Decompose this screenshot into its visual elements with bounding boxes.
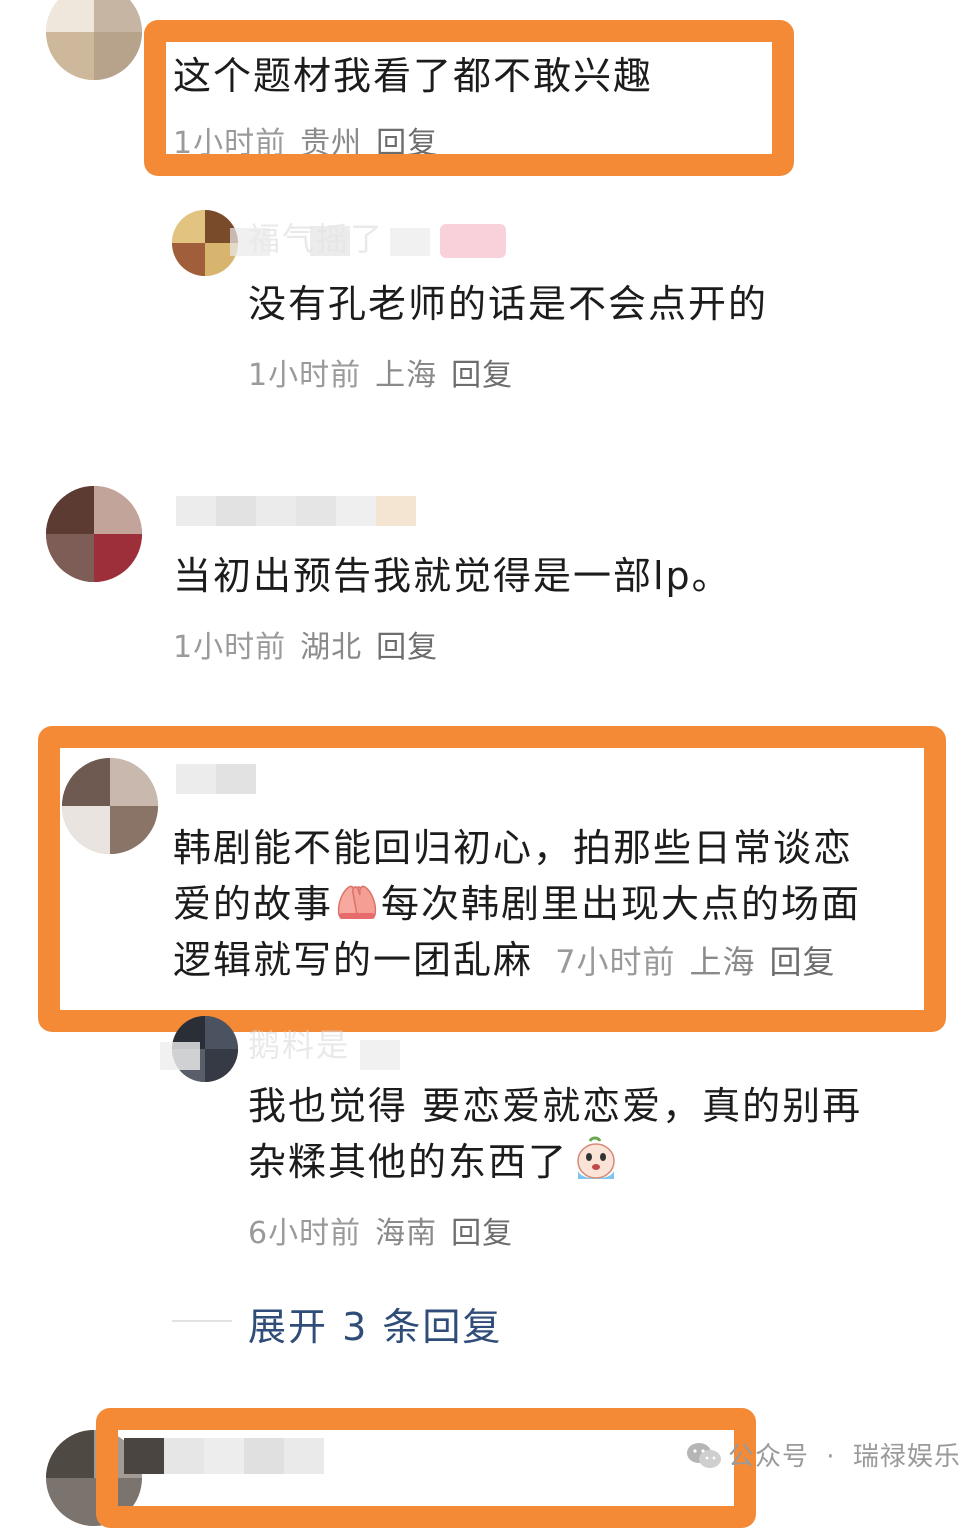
reply-button[interactable]: 回复 — [451, 1216, 513, 1251]
reply-button[interactable]: 回复 — [451, 358, 513, 393]
expand-divider — [172, 1320, 232, 1322]
watermark-account-type: 公众号 — [728, 1442, 810, 1472]
watermark-separator: · — [826, 1442, 836, 1472]
expand-replies-button[interactable]: 展开 3 条回复 — [248, 1296, 502, 1351]
avatar[interactable] — [46, 0, 142, 80]
comment-text: 当初出预告我就觉得是一部lp。 — [173, 554, 732, 598]
watermark-account-name: 瑞禄娱乐 — [852, 1442, 961, 1472]
wechat-icon — [687, 1443, 721, 1468]
avatar[interactable] — [46, 486, 142, 582]
username-blurred[interactable] — [176, 490, 420, 530]
watermark: 公众号 · 瑞禄娱乐 — [686, 1436, 961, 1473]
comment-text-line: 我也觉得 要恋爱就恋爱，真的别再 — [248, 1084, 863, 1128]
highlight-frame — [38, 726, 946, 1032]
comment-meta: 6小时前 海南 回复 — [248, 1208, 527, 1252]
comment-meta: 1小时前 上海 回复 — [248, 350, 527, 394]
highlight-frame — [96, 1408, 756, 1528]
username-partial: 鹅料是 — [248, 1030, 351, 1064]
username-blurred[interactable]: 鹅料是 — [160, 1030, 420, 1070]
comment-text: 没有孔老师的话是不会点开的 — [248, 282, 769, 326]
comment-location: 上海 — [375, 358, 438, 393]
highlight-frame — [144, 20, 794, 176]
comment-location: 湖北 — [300, 630, 363, 665]
comment-text-line: 杂糅其他的东西了 — [248, 1134, 620, 1190]
crying-face-emoji-icon — [577, 1136, 615, 1179]
comment-location: 海南 — [375, 1216, 438, 1251]
comment-time: 1小时前 — [248, 358, 362, 393]
comment-text-fragment: 杂糅其他的东西了 — [248, 1140, 569, 1184]
reply-button[interactable]: 回复 — [376, 630, 438, 665]
comment-meta: 1小时前 湖北 回复 — [173, 622, 452, 666]
comment-time: 6小时前 — [248, 1216, 362, 1251]
comment-time: 1小时前 — [173, 630, 287, 665]
username-blurred[interactable]: 福气摇了 — [160, 220, 520, 260]
